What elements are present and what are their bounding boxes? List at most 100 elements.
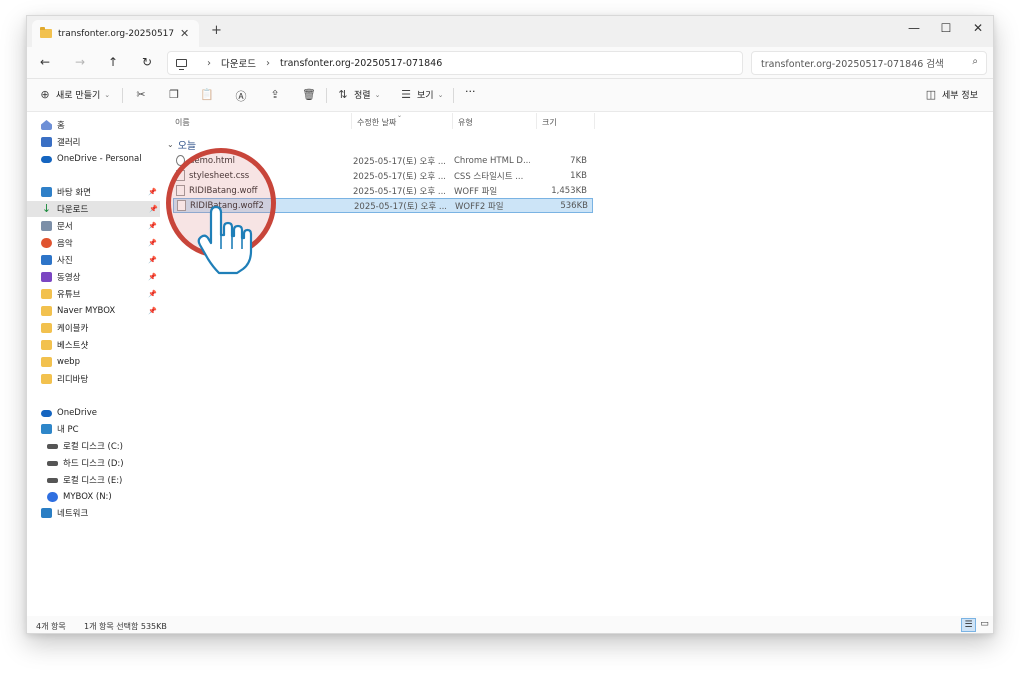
details-view-button[interactable]: ☰ [961,618,976,632]
copy-button[interactable]: ❐ [166,88,182,101]
videos-icon [41,272,52,282]
sidebar-item-gallery[interactable]: 갤러리 [41,134,159,150]
forward-button[interactable]: → [71,55,89,69]
sidebar-item-music[interactable]: 음악 📌 [41,235,159,251]
sidebar-item-home[interactable]: 홈 [41,117,159,133]
this-pc-icon [41,424,52,434]
sidebar-item-pictures[interactable]: 사진 📌 [41,252,159,268]
pin-icon: 📌 [148,239,157,247]
breadcrumb-current-folder[interactable]: transfonter.org-20250517-071846 [280,58,442,69]
onedrive-icon [41,155,52,163]
tiles-view-button[interactable]: ▭ [977,618,992,632]
share-icon: ⇪ [270,88,280,101]
drive-icon [47,443,58,449]
rename-icon: Ⓐ [235,90,247,103]
column-divider[interactable] [452,113,453,129]
search-icon: ⌕ [972,56,978,67]
file-size: 536KB [560,200,588,211]
gallery-icon [41,137,52,147]
up-button[interactable]: ↑ [104,55,122,69]
trash-icon: 🗑 [302,88,316,101]
sidebar-item-youtube[interactable]: 유튜브 📌 [41,286,159,302]
sidebar-item-label: 유튜브 [57,290,81,300]
search-input[interactable]: transfonter.org-20250517-071846 검색 ⌕ [751,51,987,75]
address-bar[interactable]: › 다운로드 › transfonter.org-20250517-071846 [167,51,743,75]
item-count: 4개 항목 [36,622,66,631]
documents-icon [41,221,52,231]
file-size: 7KB [570,155,587,166]
sidebar-item-label: 로컬 디스크 (C:) [63,442,123,452]
column-header-date[interactable]: 수정한 날짜 [357,117,396,128]
sidebar-item-downloads[interactable]: ↓ 다운로드 📌 [27,201,160,217]
folder-icon [41,340,52,350]
home-icon [41,120,52,130]
chevron-down-icon: ⌄ [104,90,111,99]
sidebar-item-cablecar[interactable]: 케이블카 [41,320,159,336]
sidebar-item-bestshot[interactable]: 베스트샷 [41,337,159,353]
column-header-name[interactable]: 이름 [175,117,190,128]
cut-button[interactable]: ✂ [133,88,149,101]
refresh-button[interactable]: ↻ [138,55,156,69]
desktop-icon [41,187,52,197]
sidebar-item-onedrive-personal[interactable]: OneDrive - Personal [41,151,159,167]
column-divider[interactable] [594,113,595,129]
more-options-button[interactable]: ··· [465,85,476,98]
pin-icon: 📌 [148,307,157,315]
column-header-type[interactable]: 유형 [458,117,473,128]
sidebar-item-drive-c[interactable]: 로컬 디스크 (C:) [47,438,165,454]
sidebar-item-naver-mybox[interactable]: Naver MYBOX 📌 [41,303,159,319]
back-button[interactable]: ← [36,55,54,69]
group-header-today[interactable]: ⌄ 오늘 [167,137,196,152]
sidebar-item-this-pc[interactable]: 내 PC [41,421,159,437]
chevron-down-icon: ⌄ [167,140,174,149]
pin-icon: 📌 [148,290,157,298]
sidebar-item-drive-e[interactable]: 로컬 디스크 (E:) [47,472,165,488]
details-pane-button[interactable]: ◫ 세부 정보 [923,88,978,101]
new-label: 새로 만들기 [56,91,101,101]
navigation-pane: 홈 갤러리 OneDrive - Personal 바탕 화면 📌 ↓ 다운로드 📌 … [27,113,162,616]
column-divider[interactable] [351,113,352,129]
copy-icon: ❐ [169,88,179,101]
onedrive-icon [41,409,52,417]
add-icon: ⊕ [40,88,50,101]
sidebar-item-drive-d[interactable]: 하드 디스크 (D:) [47,455,165,471]
tab-close-icon[interactable]: ✕ [180,27,189,40]
title-tab-bar: transfonter.org-20250517-07 ✕ + — ☐ ✕ [27,16,993,47]
sidebar-item-label: 베스트샷 [57,341,89,351]
rename-button[interactable]: Ⓐ [233,88,249,104]
delete-button[interactable]: 🗑 [301,88,317,101]
folder-tab[interactable]: transfonter.org-20250517-07 ✕ [32,20,199,47]
chevron-down-icon: ⌄ [374,90,381,99]
sidebar-item-desktop[interactable]: 바탕 화면 📌 [41,184,159,200]
breadcrumb-downloads[interactable]: 다운로드 [221,56,256,70]
sidebar-item-documents[interactable]: 문서 📌 [41,218,159,234]
sort-label: 정렬 [354,91,371,101]
file-size: 1KB [570,170,587,181]
paste-button[interactable]: 📋 [199,88,215,101]
sort-button[interactable]: ⇅ 정렬 ⌄ [335,88,380,101]
sidebar-item-onedrive[interactable]: OneDrive [41,405,159,421]
file-size: 1,453KB [551,185,587,196]
column-header-size[interactable]: 크기 [542,117,557,128]
sidebar-item-webp[interactable]: webp [41,354,159,370]
new-tab-button[interactable]: + [211,23,222,38]
share-button[interactable]: ⇪ [267,88,283,101]
tab-title: transfonter.org-20250517-07 [58,28,174,39]
sidebar-item-ridibatang[interactable]: 리디바탕 [41,371,159,387]
network-icon [41,508,52,518]
details-label: 세부 정보 [942,91,978,101]
new-button[interactable]: ⊕ 새로 만들기 ⌄ [37,88,110,101]
file-type: Chrome HTML D... [454,155,530,166]
view-label: 보기 [417,91,434,101]
download-icon: ↓ [41,202,52,215]
column-divider[interactable] [536,113,537,129]
sidebar-item-mybox-n[interactable]: MYBOX (N:) [47,489,165,505]
view-button[interactable]: ☰ 보기 ⌄ [398,88,443,101]
close-window-button[interactable]: ✕ [968,21,988,35]
details-pane-icon: ◫ [925,88,937,101]
maximize-button[interactable]: ☐ [936,21,956,35]
sidebar-item-network[interactable]: 네트워크 [41,505,159,521]
status-bar: 4개 항목 1개 항목 선택함 535KB ☰ ▭ [27,616,993,633]
minimize-button[interactable]: — [904,21,924,35]
sidebar-item-videos[interactable]: 동영상 📌 [41,269,159,285]
